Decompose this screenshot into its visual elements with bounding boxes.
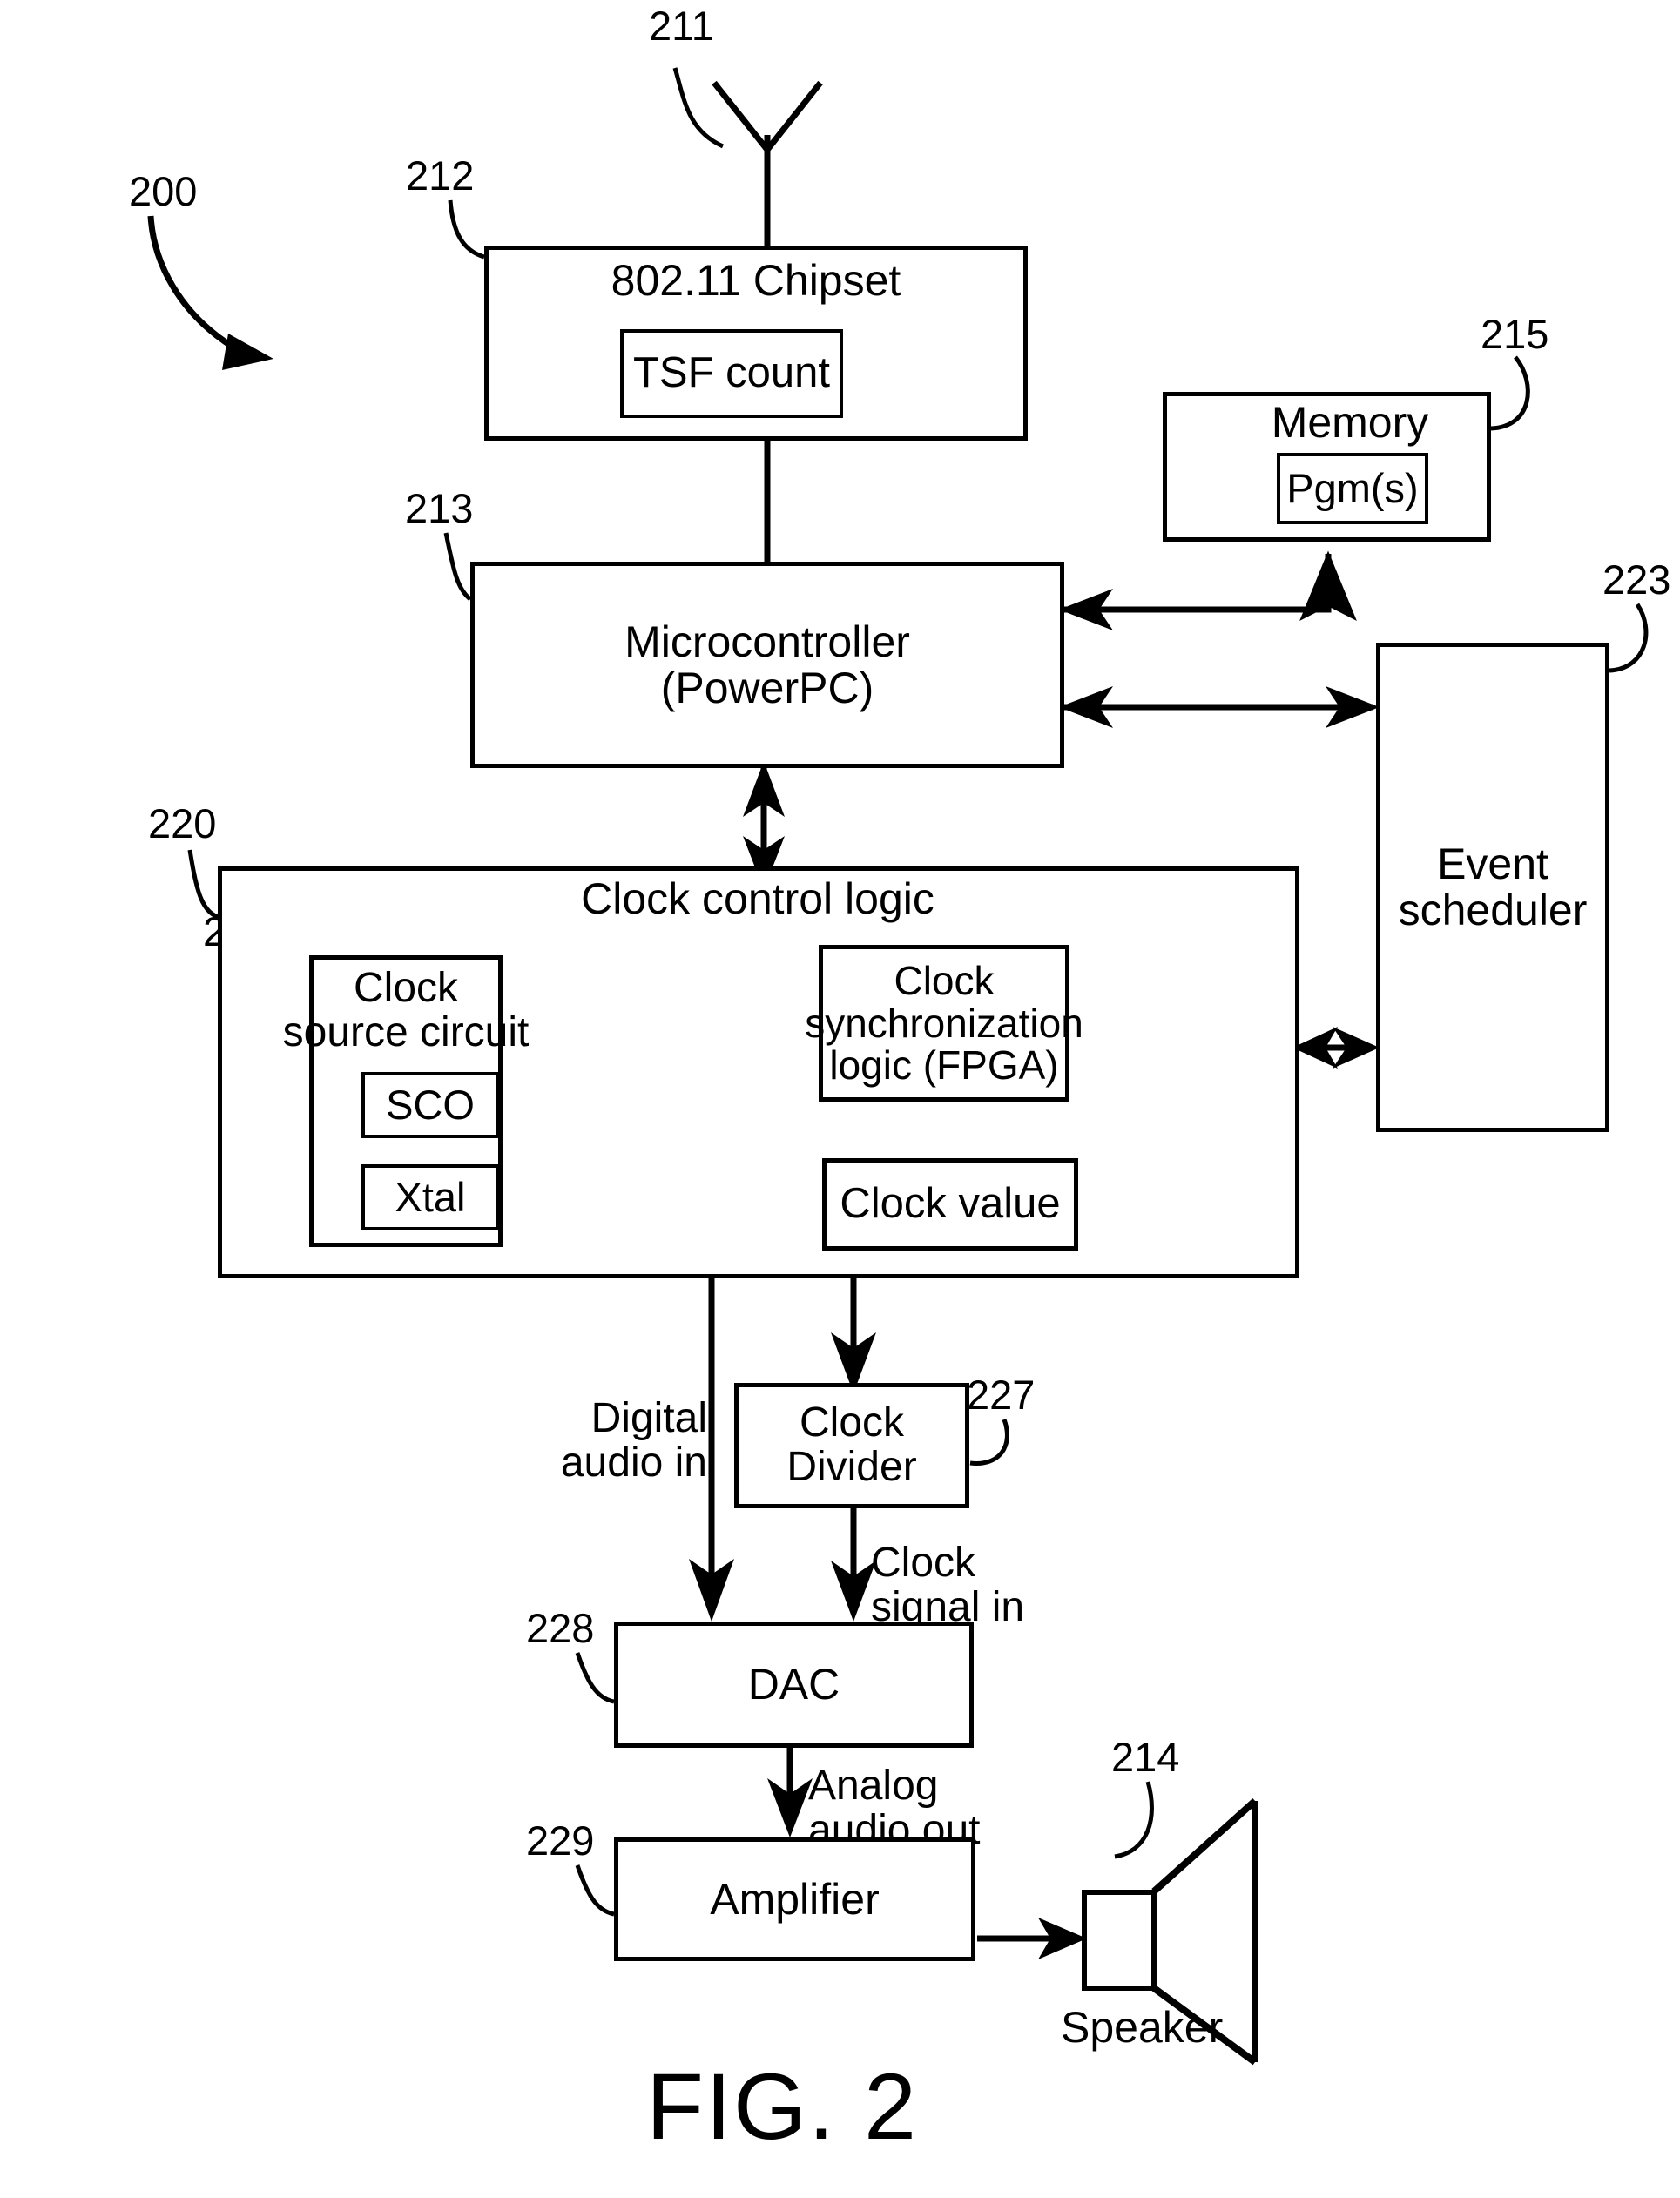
pgms-label: Pgm(s) bbox=[1286, 465, 1419, 512]
tsf-count-label: TSF count bbox=[632, 349, 831, 397]
xtal-label: Xtal bbox=[395, 1174, 466, 1221]
figure-caption: FIG. 2 bbox=[646, 2053, 919, 2159]
ref-212: 212 bbox=[406, 152, 475, 199]
arrowhead-digital-audio-in bbox=[689, 1559, 734, 1622]
sco-label: SCO bbox=[386, 1082, 475, 1129]
leader-211 bbox=[672, 67, 725, 149]
label-digital-audio-in: Digital audio in bbox=[560, 1395, 707, 1486]
leader-214 bbox=[1114, 1781, 1154, 1859]
arrowhead-clock-signal-in bbox=[831, 1561, 876, 1622]
clock-value-label: Clock value bbox=[840, 1180, 1061, 1228]
arrowhead-amplifier-speaker bbox=[1038, 1918, 1087, 1959]
leader-227 bbox=[969, 1419, 1009, 1466]
leader-200 bbox=[147, 215, 237, 351]
ref-229: 229 bbox=[526, 1817, 595, 1864]
ref-200: 200 bbox=[129, 168, 198, 214]
ref-228: 228 bbox=[526, 1605, 595, 1651]
clock-divider-label: Clock Divider bbox=[786, 1399, 917, 1490]
ref-213: 213 bbox=[405, 485, 474, 531]
ref-227: 227 bbox=[967, 1372, 1036, 1418]
label-clock-signal-in: Clock signal in bbox=[871, 1540, 1025, 1630]
chipset-label: 802.11 Chipset bbox=[611, 255, 901, 305]
event-scheduler-label: Event scheduler bbox=[1398, 839, 1588, 934]
arrowhead-analog-audio-out bbox=[767, 1778, 813, 1837]
wire-microcontroller-memory bbox=[1062, 550, 1357, 621]
amplifier-label: Amplifier bbox=[710, 1874, 880, 1924]
leader-215 bbox=[1490, 355, 1530, 431]
arrowhead-memory-to-microcontroller bbox=[1059, 589, 1113, 630]
leader-212 bbox=[448, 199, 485, 260]
dac-label: DAC bbox=[747, 1660, 840, 1709]
leader-213 bbox=[443, 532, 472, 601]
arrowhead-mc-to-es bbox=[1326, 686, 1380, 728]
arrowhead-ccl-to-es bbox=[1333, 1027, 1380, 1069]
antenna-arm-left bbox=[712, 80, 770, 152]
memory-label: Memory bbox=[1271, 397, 1429, 447]
ref-211: 211 bbox=[649, 3, 714, 49]
ref-220: 220 bbox=[148, 800, 217, 846]
ref-223: 223 bbox=[1602, 556, 1671, 603]
figure-sheet: 200 211 212 230 215 231 213 223 220 225 … bbox=[0, 0, 1680, 2198]
leader-200-arrowhead bbox=[222, 334, 273, 370]
speaker-cone-top bbox=[1151, 1798, 1258, 1894]
clock-source-circuit-label: Clock source circuit bbox=[282, 965, 530, 1055]
leader-223 bbox=[1609, 603, 1649, 673]
leader-228 bbox=[575, 1652, 615, 1704]
block-speaker-body[interactable] bbox=[1082, 1890, 1157, 1991]
microcontroller-label: Microcontroller (PowerPC) bbox=[624, 617, 910, 712]
antenna-arm-right bbox=[765, 80, 823, 152]
clock-control-logic-label: Clock control logic bbox=[581, 873, 934, 923]
arrowhead-es-to-mc bbox=[1059, 686, 1113, 728]
arrowhead-ccl-to-mc bbox=[743, 761, 785, 817]
ref-215: 215 bbox=[1481, 311, 1549, 357]
leader-229 bbox=[575, 1864, 615, 1917]
ref-214: 214 bbox=[1111, 1734, 1180, 1780]
speaker-label: Speaker bbox=[1061, 2003, 1224, 2052]
clock-sync-logic-label: Clock synchronization logic (FPGA) bbox=[805, 957, 1083, 1089]
